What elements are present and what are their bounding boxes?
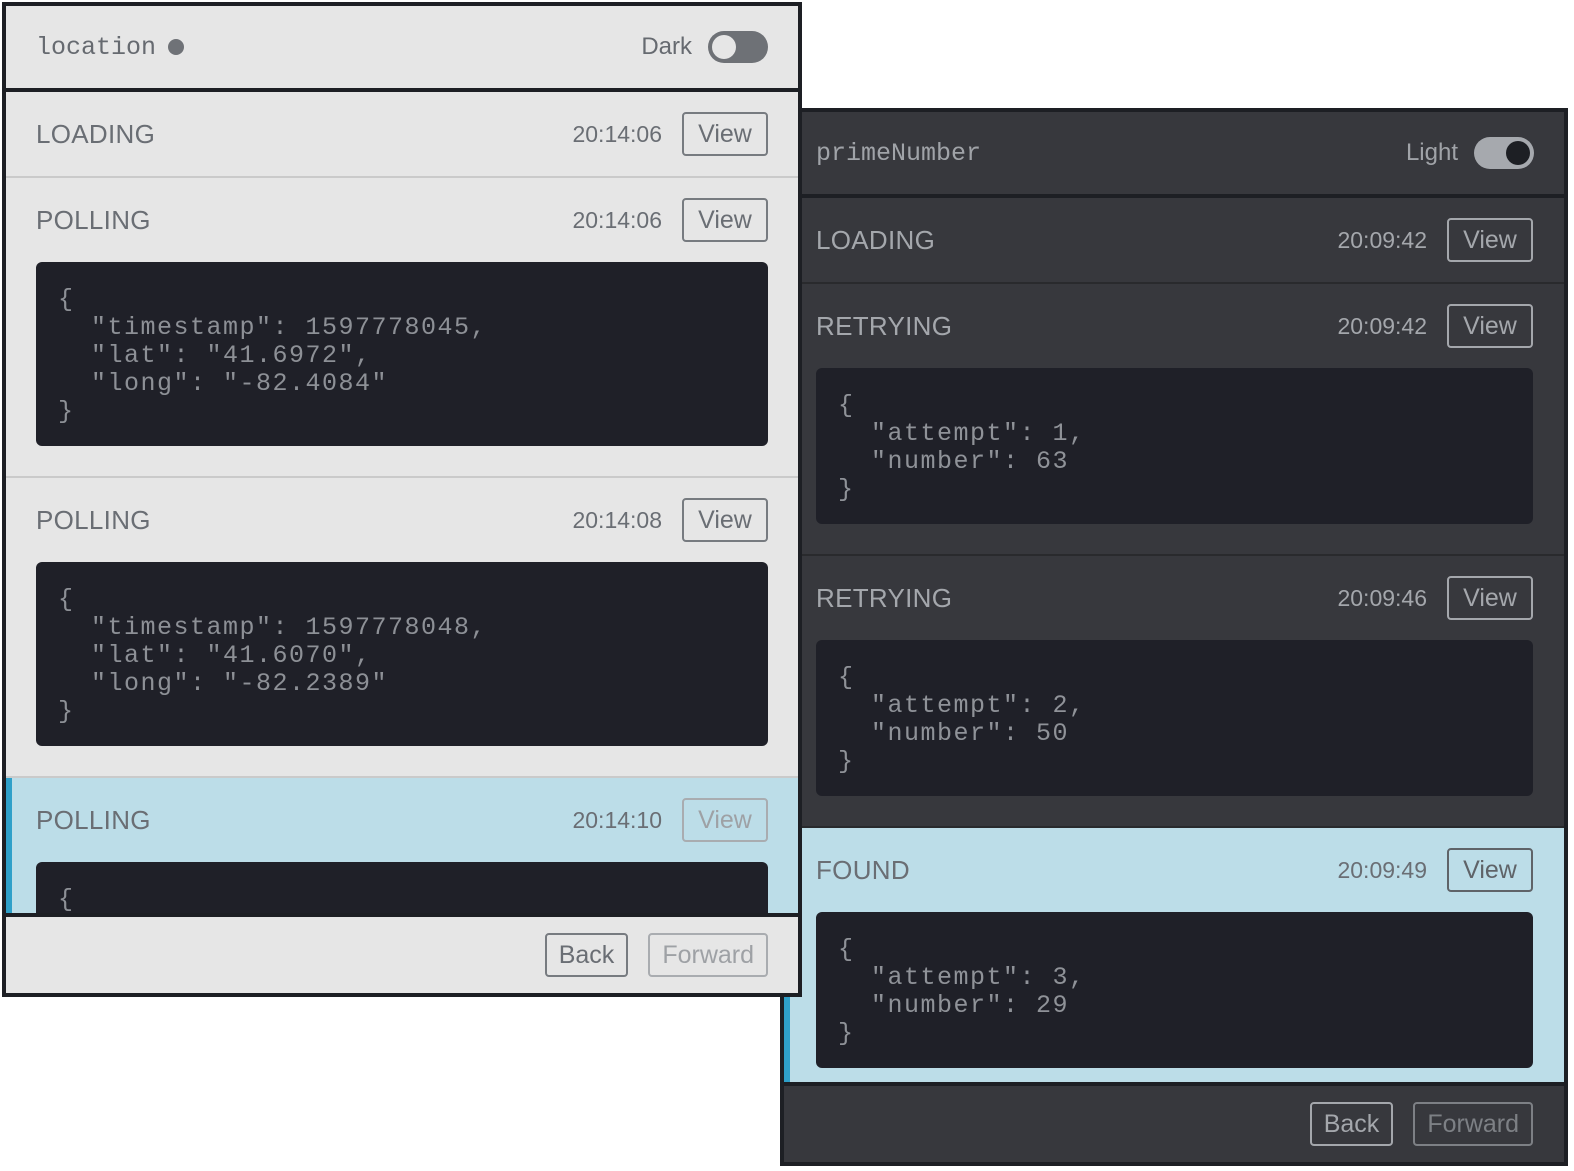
event-state: FOUND [816, 854, 910, 885]
theme-toggle-label: Dark [641, 33, 692, 60]
theme-toggle-label: Light [1405, 139, 1458, 166]
panel-header: location Dark [6, 6, 798, 92]
event-payload: { "attempt": 3, "number": 29 } [816, 912, 1533, 1068]
view-button[interactable]: View [1447, 304, 1533, 348]
toggle-knob [1506, 141, 1530, 165]
back-button[interactable]: Back [544, 933, 629, 977]
dark-inspector-panel: primeNumber Light LOADING 20:09:42 View … [780, 108, 1568, 1166]
event-state: POLLING [36, 804, 151, 835]
status-dot-icon [168, 39, 185, 55]
event-item: RETRYING 20:09:46 View { "attempt": 2, "… [784, 556, 1564, 828]
view-button[interactable]: View [1447, 576, 1533, 620]
event-state: RETRYING [816, 310, 953, 341]
back-button[interactable]: Back [1309, 1102, 1394, 1146]
event-item: LOADING 20:09:42 View [784, 198, 1564, 284]
event-item-current: POLLING 20:14:10 View { "timestamp": 159… [6, 778, 798, 913]
event-time: 20:09:42 [1337, 226, 1427, 253]
event-item: POLLING 20:14:08 View { "timestamp": 159… [6, 478, 798, 778]
event-item: RETRYING 20:09:42 View { "attempt": 1, "… [784, 284, 1564, 556]
event-item: LOADING 20:14:06 View [6, 92, 798, 178]
event-time: 20:14:06 [572, 206, 662, 233]
view-button[interactable]: View [682, 198, 768, 242]
event-state: RETRYING [816, 582, 953, 613]
event-payload: { "attempt": 2, "number": 50 } [816, 640, 1533, 796]
event-time: 20:09:46 [1337, 584, 1427, 611]
event-list[interactable]: LOADING 20:14:06 View POLLING 20:14:06 V… [6, 92, 798, 913]
event-time: 20:14:06 [572, 120, 662, 147]
light-inspector-panel: location Dark LOADING 20:14:06 View POLL… [2, 2, 802, 997]
toggle-knob [712, 35, 736, 59]
theme-toggle[interactable] [1474, 137, 1534, 169]
event-payload: { "attempt": 1, "number": 63 } [816, 368, 1533, 524]
event-payload: { "timestamp": 1597778048, "lat": "41.60… [36, 562, 768, 746]
event-time: 20:09:42 [1337, 312, 1427, 339]
forward-button[interactable]: Forward [1413, 1102, 1533, 1146]
event-state: POLLING [36, 204, 151, 235]
view-button[interactable]: View [682, 112, 768, 156]
event-item-current: FOUND 20:09:49 View { "attempt": 3, "num… [784, 828, 1564, 1082]
event-time: 20:09:49 [1337, 856, 1427, 883]
event-list[interactable]: LOADING 20:09:42 View RETRYING 20:09:42 … [784, 198, 1564, 1082]
panel-header: primeNumber Light [784, 112, 1564, 198]
event-item: POLLING 20:14:06 View { "timestamp": 159… [6, 178, 798, 478]
event-time: 20:14:08 [572, 506, 662, 533]
view-button[interactable]: View [1447, 218, 1533, 262]
view-button[interactable]: View [1447, 848, 1533, 892]
event-state: LOADING [816, 224, 936, 255]
theme-toggle[interactable] [708, 31, 768, 63]
event-time: 20:14:10 [572, 806, 662, 833]
event-state: LOADING [36, 118, 156, 149]
event-payload: { "timestamp": 1597778045, "lat": "41.69… [36, 262, 768, 446]
machine-name: location [36, 32, 157, 62]
view-button[interactable]: View [682, 798, 768, 842]
panel-footer: Back Forward [6, 913, 798, 993]
forward-button[interactable]: Forward [648, 933, 768, 977]
panel-footer: Back Forward [784, 1082, 1564, 1162]
event-payload: { "timestamp": 1597778050 [36, 862, 768, 913]
event-state: POLLING [36, 504, 151, 535]
machine-name: primeNumber [816, 138, 982, 168]
view-button[interactable]: View [682, 498, 768, 542]
